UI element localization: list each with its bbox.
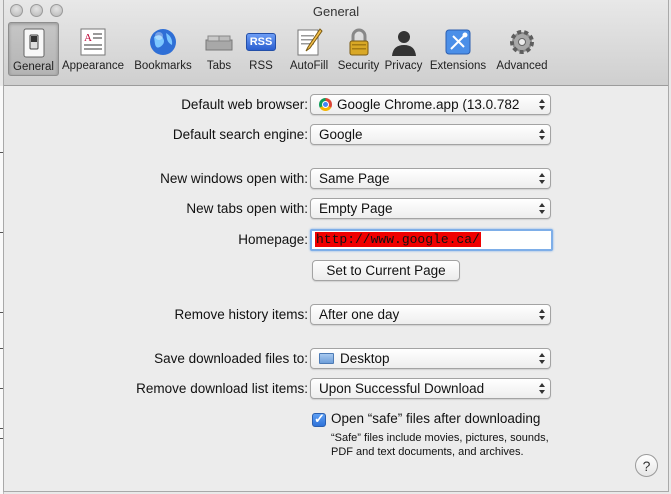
new-windows-label: New windows open with: — [160, 171, 308, 186]
tab-advanced[interactable]: Advanced — [491, 22, 553, 76]
rss-icon: RSS — [245, 26, 277, 58]
tab-label: Bookmarks — [134, 60, 192, 72]
tab-label: AutoFill — [289, 60, 329, 72]
save-downloads-popup[interactable]: Desktop — [310, 348, 551, 369]
tab-rss[interactable]: RSS RSS — [239, 22, 283, 76]
remove-downloads-row: Remove download list items: Upon Success… — [4, 378, 670, 400]
appearance-icon: A — [77, 26, 109, 58]
new-windows-row: New windows open with: Same Page — [4, 168, 670, 190]
popup-arrows-icon — [538, 128, 546, 141]
tab-label: Security — [337, 60, 380, 72]
chrome-icon — [319, 98, 332, 111]
folder-icon — [319, 353, 334, 364]
default-browser-popup[interactable]: Google Chrome.app (13.0.782 — [310, 94, 551, 115]
save-downloads-value: Desktop — [340, 351, 390, 366]
tab-label: General — [13, 61, 54, 73]
help-button[interactable]: ? — [635, 454, 658, 477]
gear-icon — [506, 26, 538, 58]
remove-history-label: Remove history items: — [174, 307, 308, 322]
svg-text:A: A — [84, 32, 92, 44]
autofill-icon — [293, 26, 325, 58]
tab-label: RSS — [249, 60, 273, 72]
save-downloads-row: Save downloaded files to: Desktop — [4, 348, 670, 370]
tab-autofill[interactable]: AutoFill — [283, 22, 335, 76]
globe-icon — [147, 26, 179, 58]
search-engine-row: Default search engine: Google — [4, 124, 670, 146]
remove-history-value: After one day — [319, 307, 400, 322]
search-engine-popup[interactable]: Google — [310, 124, 551, 145]
remove-downloads-label: Remove download list items: — [136, 381, 308, 396]
search-engine-value: Google — [319, 127, 363, 142]
search-engine-label: Default search engine: — [172, 127, 308, 142]
extensions-icon — [442, 26, 474, 58]
save-downloads-label: Save downloaded files to: — [154, 351, 308, 366]
open-safe-files-checkbox[interactable] — [312, 411, 326, 427]
open-safe-files-label: Open “safe” files after downloading — [331, 411, 541, 426]
tabs-icon — [203, 26, 235, 58]
popup-arrows-icon — [538, 352, 546, 365]
new-windows-value: Same Page — [319, 171, 390, 186]
toolbar: General General A Appearance Bookmarks T… — [4, 0, 668, 86]
remove-history-popup[interactable]: After one day — [310, 304, 551, 325]
homepage-input[interactable]: http://www.google.ca/ — [310, 229, 553, 251]
safe-files-note-line: PDF and text documents, and archives. — [331, 446, 524, 458]
preferences-window: General General A Appearance Bookmarks T… — [3, 0, 669, 492]
homepage-value: http://www.google.ca/ — [315, 232, 481, 247]
set-current-page-button[interactable]: Set to Current Page — [312, 260, 460, 281]
window-title: General — [312, 4, 360, 19]
popup-arrows-icon — [538, 98, 546, 111]
tab-general[interactable]: General — [8, 22, 59, 76]
new-tabs-popup[interactable]: Empty Page — [310, 198, 551, 219]
default-browser-row: Default web browser: Google Chrome.app (… — [4, 94, 670, 116]
tab-privacy[interactable]: Privacy — [382, 22, 425, 76]
new-tabs-value: Empty Page — [319, 201, 393, 216]
tab-label: Privacy — [384, 60, 423, 72]
tab-extensions[interactable]: Extensions — [425, 22, 491, 76]
lock-icon — [343, 26, 375, 58]
remove-downloads-value: Upon Successful Download — [319, 381, 485, 396]
default-browser-value: Google Chrome.app (13.0.782 — [337, 97, 520, 112]
switch-icon — [18, 27, 50, 59]
tab-tabs[interactable]: Tabs — [199, 22, 239, 76]
default-browser-label: Default web browser: — [181, 97, 308, 112]
tab-label: Tabs — [206, 60, 232, 72]
new-tabs-label: New tabs open with: — [186, 201, 308, 216]
tab-label: Extensions — [429, 60, 487, 72]
homepage-label: Homepage: — [238, 232, 308, 247]
new-tabs-row: New tabs open with: Empty Page — [4, 198, 670, 220]
safe-files-note-line: “Safe” files include movies, pictures, s… — [331, 432, 549, 444]
tab-bookmarks[interactable]: Bookmarks — [127, 22, 199, 76]
remove-downloads-popup[interactable]: Upon Successful Download — [310, 378, 551, 399]
safe-files-note: “Safe” files include movies, pictures, s… — [331, 431, 549, 459]
popup-arrows-icon — [538, 172, 546, 185]
new-windows-popup[interactable]: Same Page — [310, 168, 551, 189]
remove-history-row: Remove history items: After one day — [4, 304, 670, 326]
popup-arrows-icon — [538, 308, 546, 321]
preference-tabs: General A Appearance Bookmarks Tabs RSS … — [8, 22, 553, 82]
person-icon — [388, 26, 420, 58]
popup-arrows-icon — [538, 202, 546, 215]
tab-label: Advanced — [496, 60, 548, 72]
tab-security[interactable]: Security — [335, 22, 382, 76]
homepage-row: Homepage: http://www.google.ca/ — [4, 229, 670, 251]
popup-arrows-icon — [538, 382, 546, 395]
tab-appearance[interactable]: A Appearance — [59, 22, 127, 76]
tab-label: Appearance — [61, 60, 125, 72]
